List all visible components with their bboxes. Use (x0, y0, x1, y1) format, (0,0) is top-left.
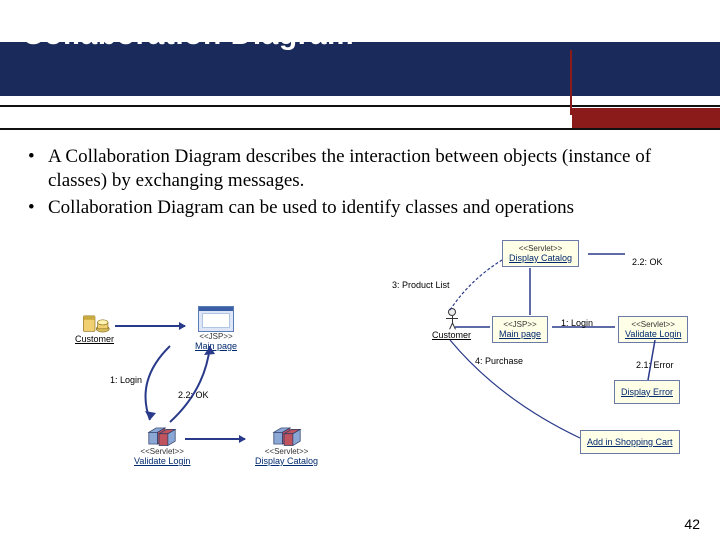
bullet-list: A Collaboration Diagram describes the in… (22, 145, 698, 220)
left-arrow-validate-catalog (185, 438, 245, 440)
header-rule-top (0, 105, 720, 107)
content-area: A Collaboration Diagram describes the in… (22, 145, 698, 222)
left-validate-stereotype: <<Servlet>> (140, 447, 184, 456)
left-catalog-stereotype: <<Servlet>> (265, 447, 309, 456)
cube-icon (272, 425, 302, 447)
page-number: 42 (684, 516, 700, 532)
right-msg-login: 1: Login (561, 318, 593, 328)
right-connectors (430, 240, 710, 460)
diagram-area: Customer <<JSP>> Main page <<Servlet>> V… (0, 240, 720, 505)
left-catalog-label: Display Catalog (255, 456, 318, 466)
left-msg-ok: 2.2: OK (178, 390, 209, 400)
left-display-catalog: <<Servlet>> Display Catalog (255, 425, 318, 466)
slide-title: Collaboration Diagram (22, 18, 354, 52)
left-conn-ok (160, 340, 250, 430)
server-icon (79, 312, 111, 334)
right-msg-ok: 2.2: OK (632, 257, 663, 267)
right-msg-product-list: 3: Product List (392, 280, 450, 290)
left-validate-login: <<Servlet>> Validate Login (134, 425, 190, 466)
header-vertical-accent (570, 50, 572, 115)
left-arrow-customer-main (115, 325, 185, 327)
bullet-2: Collaboration Diagram can be used to ide… (22, 196, 698, 220)
slide-header: Collaboration Diagram (0, 0, 720, 108)
left-validate-label: Validate Login (134, 456, 190, 466)
bullet-1: A Collaboration Diagram describes the in… (22, 145, 698, 194)
browser-window-icon (198, 306, 234, 332)
right-msg-purchase: 4: Purchase (475, 356, 523, 366)
right-msg-error: 2.1: Error (636, 360, 674, 370)
header-maroon-block (572, 108, 720, 128)
left-msg-login: 1: Login (110, 375, 142, 385)
header-rule-bottom (0, 128, 720, 130)
